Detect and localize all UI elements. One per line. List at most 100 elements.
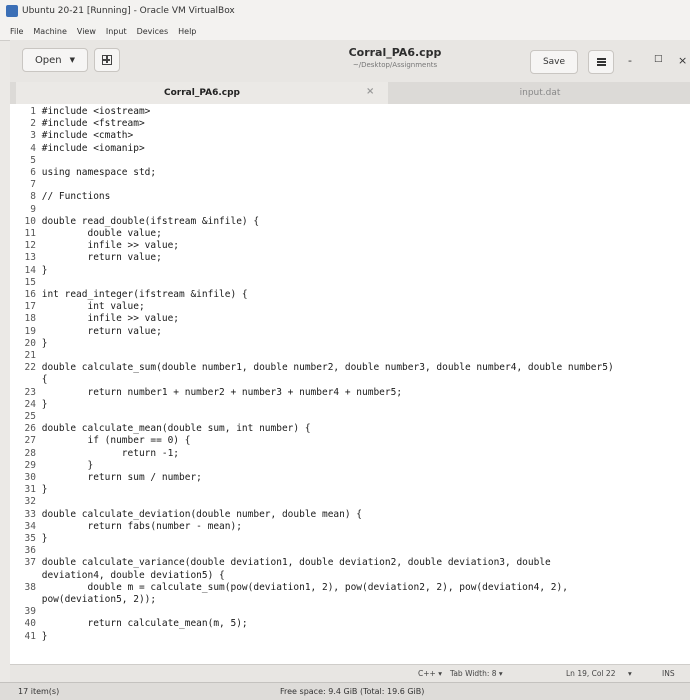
code-text: using namespace std; xyxy=(41,167,157,178)
minimize-button[interactable]: - xyxy=(628,54,632,67)
tab-bar: Corral_PA6.cpp × input.dat xyxy=(10,82,690,104)
code-text: #include <fstream> xyxy=(41,118,145,130)
menu-input[interactable]: Input xyxy=(106,27,127,36)
gedit-headerbar: Open ▼ Corral_PA6.cpp ~/Desktop/Assignme… xyxy=(10,40,690,83)
menu-view[interactable]: View xyxy=(77,27,96,36)
code-line: 31 } xyxy=(10,484,690,496)
code-text: infile >> value; xyxy=(41,240,180,252)
code-line: 29 } xyxy=(10,460,690,472)
document-title: Corral_PA6.cpp xyxy=(348,46,442,59)
tab-label: Corral_PA6.cpp xyxy=(164,88,240,98)
code-line: 11 double value; xyxy=(10,228,690,240)
virtualbox-logo-icon xyxy=(6,5,18,17)
code-line: 16 int read_integer(ifstream &infile) { xyxy=(10,289,690,301)
code-text: } xyxy=(41,630,48,642)
code-line: 1 #include <iostream> xyxy=(10,106,690,118)
code-text: return value; xyxy=(41,252,162,264)
line-number: 24 xyxy=(24,398,36,410)
line-number: 15 xyxy=(24,276,36,288)
menu-machine[interactable]: Machine xyxy=(33,27,67,36)
code-line: 20 } xyxy=(10,338,690,350)
hamburger-icon xyxy=(596,58,606,66)
code-text: double read_double(ifstream &infile) { xyxy=(41,215,260,227)
close-button[interactable]: × xyxy=(678,54,687,67)
code-line: 19 return value; xyxy=(10,326,690,338)
code-line: 40 return calculate_mean(m, 5); xyxy=(10,618,690,630)
code-text: return number1 + number2 + number3 + num… xyxy=(41,386,403,398)
code-line: 33 double calculate_deviation(double num… xyxy=(10,509,690,521)
line-number: 3 xyxy=(30,130,36,142)
line-number: 41 xyxy=(24,630,36,642)
file-manager-statusbar: 17 item(s) Free space: 9.4 GiB (Total: 1… xyxy=(0,682,690,700)
code-line: 3 #include <cmath> xyxy=(10,130,690,142)
code-line: deviation4, double deviation5) { xyxy=(10,570,690,582)
line-number: 4 xyxy=(30,142,36,154)
tab-corral-pa6[interactable]: Corral_PA6.cpp × xyxy=(16,82,388,104)
save-button[interactable]: Save xyxy=(530,50,578,74)
code-line: 2 #include <fstream> xyxy=(10,118,690,130)
menu-file[interactable]: File xyxy=(10,27,23,36)
code-line: pow(deviation5, 2)); xyxy=(10,594,690,606)
line-number: 5 xyxy=(30,154,36,166)
code-text: return value; xyxy=(41,325,162,337)
code-line: 14 } xyxy=(10,265,690,277)
line-number: 14 xyxy=(24,264,36,276)
line-number: 13 xyxy=(24,252,36,264)
code-line: 21 xyxy=(10,350,690,362)
code-editor[interactable]: 1 #include <iostream> 2 #include <fstream… xyxy=(10,104,690,664)
chevron-down-icon[interactable]: ▾ xyxy=(628,669,632,678)
code-line: 32 xyxy=(10,496,690,508)
line-number: 7 xyxy=(30,179,36,191)
vbox-menubar: File Machine View Input Devices Help xyxy=(0,22,690,41)
menu-devices[interactable]: Devices xyxy=(137,27,169,36)
code-line: { xyxy=(10,374,690,386)
line-number: 2 xyxy=(30,118,36,130)
code-text: } xyxy=(41,459,94,471)
code-text: } xyxy=(41,337,48,349)
code-text: } xyxy=(41,484,48,496)
code-line: 39 xyxy=(10,606,690,618)
line-number: 28 xyxy=(24,447,36,459)
line-number: 1 xyxy=(30,106,36,117)
line-number: 25 xyxy=(24,411,36,422)
code-line: 5 xyxy=(10,155,690,167)
code-line: 4 #include <iomanip> xyxy=(10,143,690,155)
code-text: } xyxy=(41,533,48,544)
hamburger-menu-button[interactable] xyxy=(588,50,614,74)
open-button[interactable]: Open ▼ xyxy=(22,48,88,72)
line-number: 32 xyxy=(24,496,36,508)
code-text: return calculate_mean(m, 5); xyxy=(41,618,248,630)
insert-mode: INS xyxy=(662,669,675,678)
new-tab-button[interactable] xyxy=(94,48,120,72)
tab-input-dat[interactable]: input.dat xyxy=(390,82,690,104)
code-text: double calculate_sum(double number1, dou… xyxy=(41,362,614,374)
line-number: 34 xyxy=(24,520,36,532)
line-number: 27 xyxy=(24,435,36,447)
code-text: #include <iomanip> xyxy=(41,142,145,154)
line-number: 17 xyxy=(24,301,36,313)
line-number: 26 xyxy=(24,423,36,435)
menu-help[interactable]: Help xyxy=(178,27,196,36)
language-selector[interactable]: C++ ▾ xyxy=(418,669,442,678)
code-text: return sum / number; xyxy=(41,472,202,483)
line-number: 38 xyxy=(24,581,36,593)
code-line: 15 xyxy=(10,277,690,289)
tab-width-selector[interactable]: Tab Width: 8 ▾ xyxy=(450,669,503,678)
line-number: 20 xyxy=(24,337,36,349)
line-number: 10 xyxy=(24,215,36,227)
maximize-button[interactable]: □ xyxy=(654,54,663,64)
line-number: 36 xyxy=(24,545,36,557)
close-tab-icon[interactable]: × xyxy=(366,86,374,97)
line-number: 31 xyxy=(24,484,36,496)
code-line: 24 } xyxy=(10,399,690,411)
line-number: 33 xyxy=(24,508,36,520)
code-line: 25 xyxy=(10,411,690,423)
line-number: 21 xyxy=(24,350,36,361)
free-space: Free space: 9.4 GiB (Total: 19.6 GiB) xyxy=(280,687,425,696)
code-line: 17 int value; xyxy=(10,301,690,313)
line-number: 37 xyxy=(24,557,36,569)
line-number: 12 xyxy=(24,240,36,252)
cursor-position[interactable]: Ln 19, Col 22 xyxy=(566,669,615,678)
code-text: return fabs(number - mean); xyxy=(41,520,242,532)
code-line: 27 if (number == 0) { xyxy=(10,435,690,447)
